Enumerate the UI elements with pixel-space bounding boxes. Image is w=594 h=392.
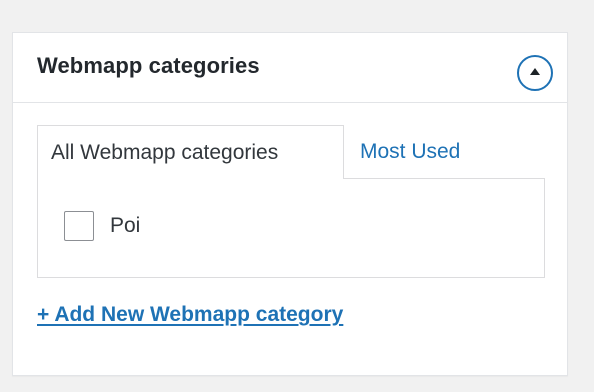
category-checklist: Poi	[37, 178, 545, 278]
arrow-up-icon	[530, 68, 540, 75]
tab-most-used[interactable]: Most Used	[360, 125, 460, 179]
webmapp-categories-metabox: Webmapp categories All Webmapp categorie…	[12, 32, 568, 376]
category-label-poi[interactable]: Poi	[110, 211, 140, 241]
metabox-title: Webmapp categories	[37, 53, 260, 78]
tab-all-webmapp-categories[interactable]: All Webmapp categories	[37, 125, 344, 179]
metabox-header: Webmapp categories	[13, 33, 567, 103]
poi-checkbox[interactable]	[64, 211, 94, 241]
add-new-category-link[interactable]: + Add New Webmapp category	[37, 303, 343, 327]
toggle-panel-button[interactable]	[517, 55, 553, 91]
